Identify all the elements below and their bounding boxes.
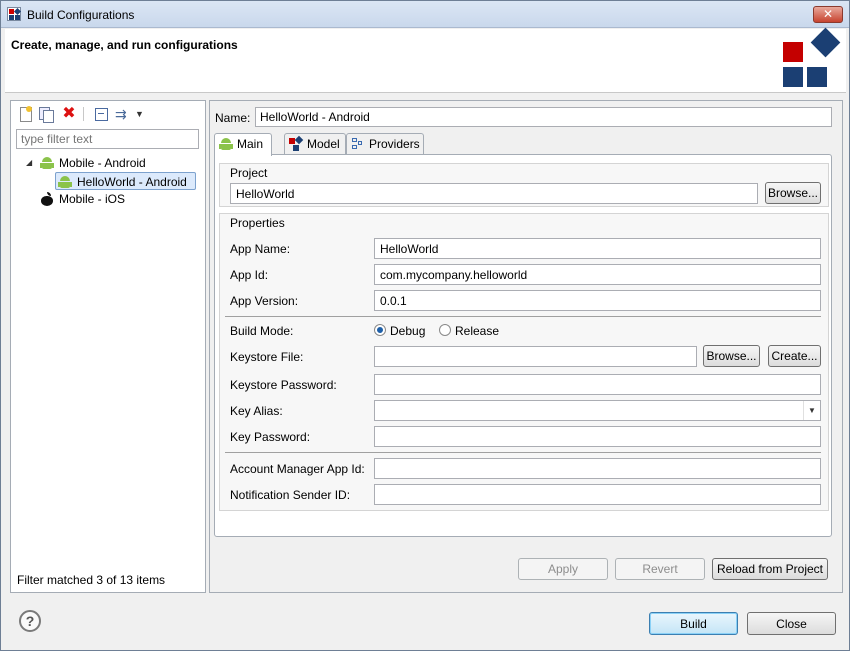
app-version-input[interactable] bbox=[374, 290, 821, 311]
app-id-label: App Id: bbox=[230, 268, 269, 282]
key-alias-dropdown[interactable]: ▼ bbox=[374, 400, 821, 421]
filter-input[interactable] bbox=[16, 129, 199, 149]
app-name-label: App Name: bbox=[230, 242, 291, 256]
properties-group-label: Properties bbox=[230, 216, 285, 230]
build-mode-label: Build Mode: bbox=[230, 324, 294, 338]
tree-item-label: Mobile - Android bbox=[59, 156, 146, 170]
release-radio[interactable] bbox=[439, 324, 451, 336]
release-radio-label[interactable]: Release bbox=[455, 324, 499, 338]
tab-label: Main bbox=[237, 137, 264, 151]
tree-item-mobile-android[interactable]: ◢ Mobile - Android bbox=[11, 154, 201, 172]
new-configuration-icon[interactable] bbox=[17, 106, 33, 122]
android-icon bbox=[58, 175, 72, 189]
project-browse-button[interactable]: Browse... bbox=[765, 182, 821, 204]
key-password-input[interactable] bbox=[374, 426, 821, 447]
window-close-icon[interactable]: ✕ bbox=[813, 6, 843, 23]
tree-item-helloworld-android[interactable]: HelloWorld - Android bbox=[55, 172, 196, 190]
keystore-file-label: Keystore File: bbox=[230, 350, 304, 364]
configuration-editor-panel: Name: Main Model bbox=[209, 100, 843, 593]
duplicate-configuration-icon[interactable] bbox=[37, 106, 54, 123]
providers-icon bbox=[351, 137, 363, 151]
title-bar[interactable]: Build Configurations ✕ bbox=[1, 1, 849, 28]
app-name-input[interactable] bbox=[374, 238, 821, 259]
tab-label: Providers bbox=[369, 137, 420, 151]
dialog-header: Create, manage, and run configurations bbox=[5, 27, 846, 93]
app-version-label: App Version: bbox=[230, 294, 299, 308]
project-input[interactable] bbox=[230, 183, 758, 204]
chevron-down-icon[interactable]: ▼ bbox=[803, 401, 820, 420]
model-icon bbox=[289, 135, 304, 151]
account-manager-app-id-label: Account Manager App Id: bbox=[230, 462, 365, 476]
tree-item-label: Mobile - iOS bbox=[59, 192, 126, 206]
properties-divider bbox=[225, 316, 821, 317]
keystore-file-input[interactable] bbox=[374, 346, 697, 367]
project-group-label: Project bbox=[230, 166, 268, 180]
debug-radio-label[interactable]: Debug bbox=[390, 324, 425, 338]
collapse-all-icon[interactable] bbox=[93, 106, 109, 122]
apply-button[interactable]: Apply bbox=[518, 558, 608, 580]
revert-button[interactable]: Revert bbox=[615, 558, 705, 580]
key-alias-label: Key Alias: bbox=[230, 404, 283, 418]
name-input[interactable] bbox=[255, 107, 832, 127]
filter-status-text: Filter matched 3 of 13 items bbox=[17, 573, 166, 587]
filter-icon[interactable]: ⇉ bbox=[115, 106, 131, 122]
delete-configuration-icon[interactable]: ✖ bbox=[61, 106, 77, 122]
tree-item-mobile-ios[interactable]: Mobile - iOS bbox=[11, 190, 201, 208]
tab-main[interactable]: Main bbox=[214, 133, 272, 156]
keystore-create-button[interactable]: Create... bbox=[768, 345, 821, 367]
toolbar-divider bbox=[83, 107, 84, 121]
tab-providers[interactable]: Providers bbox=[346, 133, 424, 155]
account-manager-app-id-input[interactable] bbox=[374, 458, 821, 479]
debug-radio[interactable] bbox=[374, 324, 386, 336]
name-label: Name: bbox=[215, 111, 251, 125]
build-button[interactable]: Build bbox=[649, 612, 738, 635]
brand-logo-icon bbox=[780, 27, 842, 91]
reload-from-project-button[interactable]: Reload from Project bbox=[712, 558, 828, 580]
keystore-password-label: Keystore Password: bbox=[230, 378, 337, 392]
android-icon bbox=[219, 137, 233, 151]
notification-sender-id-input[interactable] bbox=[374, 484, 821, 505]
properties-group: Properties App Name: App Id: App Version… bbox=[219, 213, 829, 511]
main-tab-content: Project Browse... Properties App Name: A… bbox=[214, 154, 832, 537]
editor-tabs: Main Model Providers bbox=[214, 133, 834, 156]
tab-model[interactable]: Model bbox=[284, 133, 346, 155]
tree-item-label: HelloWorld - Android bbox=[77, 175, 187, 189]
expand-twisty-icon[interactable]: ◢ bbox=[26, 154, 34, 172]
window-title: Build Configurations bbox=[27, 8, 135, 22]
view-menu-chevron-down-icon[interactable]: ▼ bbox=[135, 106, 151, 122]
app-id-input[interactable] bbox=[374, 264, 821, 285]
tree-toolbar: ✖ ⇉ ▼ bbox=[15, 104, 195, 124]
key-password-label: Key Password: bbox=[230, 430, 311, 444]
keystore-browse-button[interactable]: Browse... bbox=[703, 345, 760, 367]
apple-icon bbox=[40, 192, 54, 206]
help-icon[interactable]: ? bbox=[19, 610, 41, 632]
notification-sender-id-label: Notification Sender ID: bbox=[230, 488, 351, 502]
properties-divider bbox=[225, 452, 821, 453]
tab-label: Model bbox=[307, 137, 340, 151]
build-configurations-dialog: Build Configurations ✕ Create, manage, a… bbox=[0, 0, 850, 651]
configuration-tree-panel: ✖ ⇉ ▼ ◢ Mobile - Android HelloWorld - An… bbox=[10, 100, 206, 593]
project-group: Project Browse... bbox=[219, 163, 829, 207]
app-logo-icon bbox=[7, 7, 22, 21]
keystore-password-input[interactable] bbox=[374, 374, 821, 395]
header-title: Create, manage, and run configurations bbox=[11, 38, 238, 52]
close-button[interactable]: Close bbox=[747, 612, 836, 635]
android-icon bbox=[40, 156, 54, 170]
